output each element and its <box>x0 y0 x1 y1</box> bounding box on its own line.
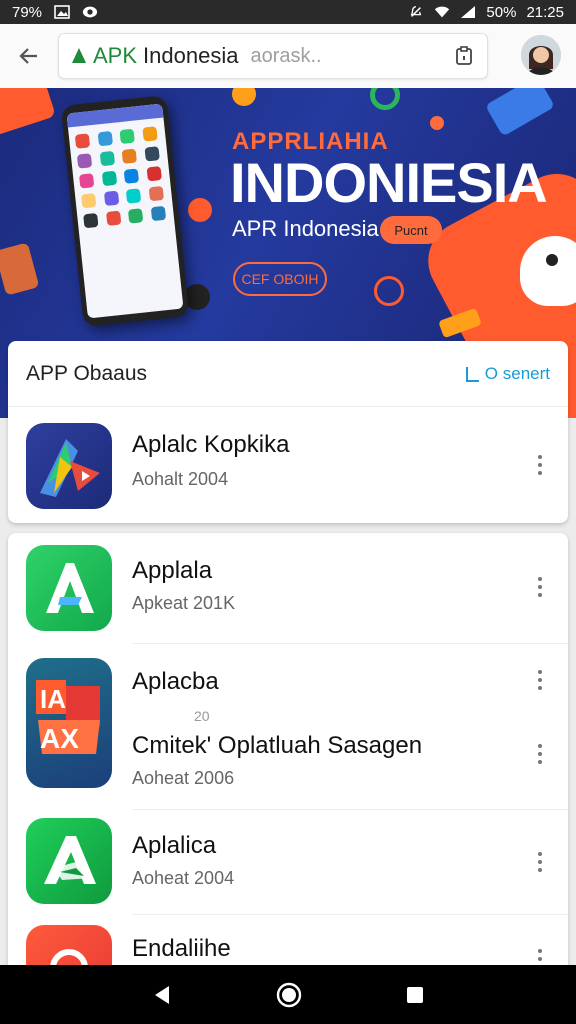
recents-square-icon[interactable] <box>405 985 425 1005</box>
svg-text:IA: IA <box>40 684 66 714</box>
status-left-text: 79% <box>12 3 43 21</box>
banner-pill: Pucnt <box>380 216 442 244</box>
url-hint: aorask.. <box>250 44 322 67</box>
list-item[interactable]: Applala Apkeat 201K <box>8 533 568 643</box>
app-name: Aplacba <box>132 668 219 695</box>
tabs-icon[interactable] <box>453 45 475 67</box>
avatar-image <box>521 35 561 75</box>
status-time: 21:25 <box>526 3 564 21</box>
signal-icon <box>461 6 476 18</box>
featured-card: APP Obaaus O senert Aplalc Kopkika Aohal… <box>8 341 568 523</box>
featured-app-icon <box>26 423 112 509</box>
avatar[interactable] <box>521 35 561 75</box>
battery-text: 50% <box>486 3 517 21</box>
app-name: Endaliihe <box>132 935 231 962</box>
banner-subtitle: APR Indonesia <box>232 216 379 241</box>
system-nav-bar <box>0 965 576 1024</box>
app-note: 20 <box>194 708 210 724</box>
app-name: Applala <box>132 557 213 584</box>
url-site: APK <box>93 43 138 68</box>
image-notification-icon <box>54 5 70 19</box>
list-item[interactable]: IA AX Aplacba 20 Cmitek' Oplatluah Sasag… <box>8 644 568 808</box>
more-vert-icon[interactable] <box>532 742 548 766</box>
featured-app-row[interactable]: Aplalc Kopkika Aohalt 2004 <box>8 407 568 523</box>
app-icon <box>26 818 112 904</box>
open-icon <box>465 366 479 382</box>
banner-title: INDONIESIA <box>230 151 548 214</box>
more-vert-icon[interactable] <box>532 668 548 692</box>
app-icon <box>26 545 112 631</box>
featured-card-header: APP Obaaus O senert <box>8 341 568 407</box>
phone-illustration <box>60 95 190 327</box>
more-vert-icon[interactable] <box>532 453 548 477</box>
app-icon: IA AX <box>26 658 112 788</box>
featured-app-name: Aplalc Kopkika <box>132 431 290 458</box>
app-subtitle: Aoheat 2004 <box>132 868 235 888</box>
back-button[interactable] <box>0 24 58 88</box>
app-subtitle: Aoheat 2006 <box>132 768 235 788</box>
status-bar: 79% 50% 21:25 <box>0 0 576 24</box>
eye-notification-icon <box>82 6 98 18</box>
url-path: Indonesia <box>143 43 239 68</box>
app-subtitle: Apkeat 201K <box>132 593 236 613</box>
lock-icon <box>72 48 86 63</box>
app-name: Aplalica <box>132 832 217 859</box>
address-bar[interactable]: APK Indonesia aorask.. <box>58 33 488 79</box>
app-name: Cmitek' Oplatluah Sasagen <box>132 732 423 759</box>
featured-card-title: APP Obaaus <box>26 361 148 385</box>
banner-cta-button[interactable]: CEF OBOIH <box>233 262 327 296</box>
list-item[interactable]: Aplalica Aoheat 2004 <box>8 810 568 914</box>
featured-app-subtitle: Aohalt 2004 <box>132 469 229 489</box>
browser-toolbar: APK Indonesia aorask.. <box>0 24 576 88</box>
featured-card-action[interactable]: O senert <box>465 364 550 384</box>
featured-card-action-label: O senert <box>484 363 550 383</box>
home-circle-icon[interactable] <box>276 982 302 1008</box>
app-list-card: Applala Apkeat 201K IA AX Aplacba 20 Cmi… <box>8 533 568 973</box>
mute-icon <box>411 6 422 17</box>
back-arrow-icon <box>19 48 37 64</box>
more-vert-icon[interactable] <box>532 850 548 874</box>
more-vert-icon[interactable] <box>532 575 548 599</box>
back-triangle-icon[interactable] <box>151 984 173 1006</box>
svg-text:AX: AX <box>40 723 79 754</box>
wifi-icon <box>435 6 450 18</box>
